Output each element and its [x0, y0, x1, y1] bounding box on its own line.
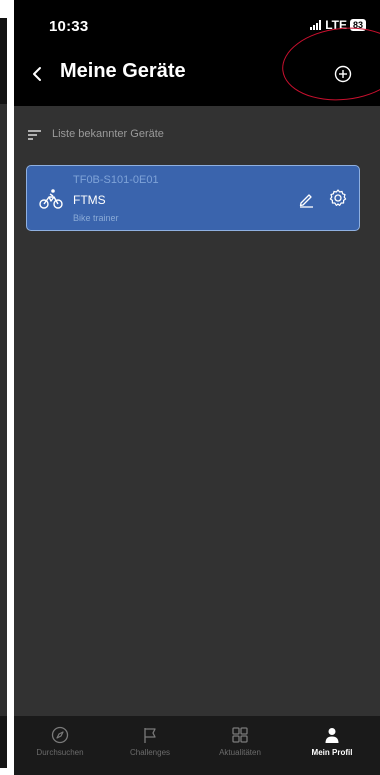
bike-icon	[39, 188, 63, 210]
section-header: Liste bekannter Geräte	[28, 128, 164, 140]
nav-item-mein-profil[interactable]: Mein Profil	[292, 716, 372, 768]
sort-icon[interactable]	[28, 128, 42, 140]
screenshot-page: 10:33 LTE 83 Meine Geräte Liste bekannte…	[0, 0, 380, 775]
left-edge-strip	[0, 0, 7, 775]
nav-item-aktualitaeten[interactable]: Aktualitäten	[200, 716, 280, 768]
nav-label: Mein Profil	[311, 748, 353, 757]
app-header: Meine Geräte	[14, 46, 380, 106]
device-name: FTMS	[73, 193, 106, 207]
flag-icon	[141, 726, 159, 744]
page-title: Meine Geräte	[60, 60, 186, 82]
compass-icon	[51, 726, 69, 744]
grid-icon	[231, 726, 249, 744]
nav-label: Challenges	[129, 748, 171, 757]
device-type: Bike trainer	[73, 213, 119, 223]
status-bar: 10:33 LTE 83	[14, 0, 380, 46]
left-edge-strip-top	[0, 18, 7, 104]
section-label: Liste bekannter Geräte	[52, 128, 164, 140]
chevron-left-icon[interactable]	[28, 64, 48, 84]
device-card[interactable]: TF0B-S101-0E01 FTMS Bike trainer	[26, 165, 360, 231]
gear-icon[interactable]	[328, 188, 348, 208]
network-label: LTE	[325, 18, 347, 32]
bottom-navigation: Durchsuchen Challenges Aktualitäten Mein…	[14, 716, 380, 775]
plus-circle-icon[interactable]	[334, 65, 352, 83]
device-serial: TF0B-S101-0E01	[73, 174, 159, 186]
signal-icon	[310, 20, 322, 30]
phone-screen: 10:33 LTE 83 Meine Geräte Liste bekannte…	[14, 0, 380, 775]
left-edge-strip-middle	[0, 104, 7, 716]
battery-icon: 83	[349, 19, 366, 31]
nav-label: Durchsuchen	[36, 748, 84, 757]
left-edge-strip-bottom	[0, 716, 7, 768]
pencil-icon[interactable]	[297, 190, 315, 208]
person-icon	[323, 726, 341, 744]
nav-label: Aktualitäten	[219, 748, 261, 757]
status-time: 10:33	[49, 18, 89, 35]
nav-item-durchsuchen[interactable]: Durchsuchen	[20, 716, 100, 768]
status-indicators: LTE 83	[310, 18, 366, 32]
nav-item-challenges[interactable]: Challenges	[110, 716, 190, 768]
